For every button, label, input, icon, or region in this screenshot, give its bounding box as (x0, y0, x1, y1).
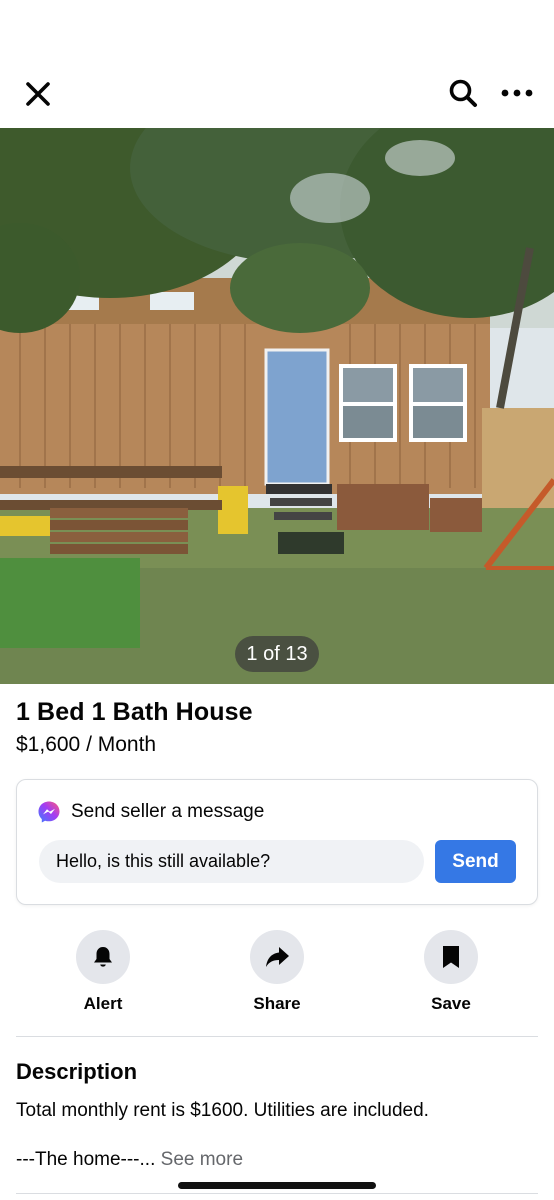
description-preview-text: ---The home---... (16, 1149, 156, 1170)
house-photo-image (0, 128, 554, 684)
search-icon (449, 79, 477, 107)
message-seller-card: Send seller a message Hello, is this sti… (16, 779, 538, 905)
description-heading: Description (16, 1059, 138, 1084)
listing-price: $1,600 / Month (16, 733, 156, 757)
save-button[interactable]: Save (391, 930, 511, 1014)
alert-button[interactable]: Alert (43, 930, 163, 1014)
search-button[interactable] (444, 74, 482, 112)
top-bar (0, 60, 554, 128)
messenger-icon (38, 801, 60, 823)
share-arrow-icon (266, 947, 289, 967)
price-unit: / Month (80, 733, 157, 756)
bookmark-icon (443, 946, 459, 968)
alert-icon-circle (76, 930, 130, 984)
more-dots-icon (501, 89, 533, 97)
save-label: Save (431, 994, 471, 1013)
message-card-header: Send seller a message (37, 800, 264, 824)
section-divider (16, 1036, 538, 1037)
description-preview: ---The home---... See more (16, 1149, 243, 1171)
send-button[interactable]: Send (435, 840, 516, 883)
price-amount: $1,600 (16, 733, 81, 756)
bell-icon (94, 947, 112, 967)
description-text: Total monthly rent is $1600. Utilities a… (16, 1100, 429, 1121)
share-label: Share (253, 994, 301, 1013)
share-icon-circle (250, 930, 304, 984)
close-button[interactable] (20, 76, 56, 112)
home-indicator[interactable] (178, 1182, 376, 1189)
listing-title: 1 Bed 1 Bath House (16, 698, 253, 726)
more-options-button[interactable] (498, 74, 536, 112)
see-more-link[interactable]: See more (161, 1149, 243, 1170)
message-card-title: Send seller a message (71, 801, 265, 822)
listing-photo[interactable]: 1 of 13 (0, 128, 554, 684)
alert-label: Alert (83, 994, 123, 1013)
share-button[interactable]: Share (217, 930, 337, 1014)
save-icon-circle (424, 930, 478, 984)
close-icon (26, 82, 50, 106)
action-row: Alert Share Save (0, 930, 554, 1020)
section-divider-bottom (16, 1193, 538, 1194)
message-input[interactable]: Hello, is this still available? (39, 840, 424, 883)
photo-counter: 1 of 13 (235, 636, 319, 672)
